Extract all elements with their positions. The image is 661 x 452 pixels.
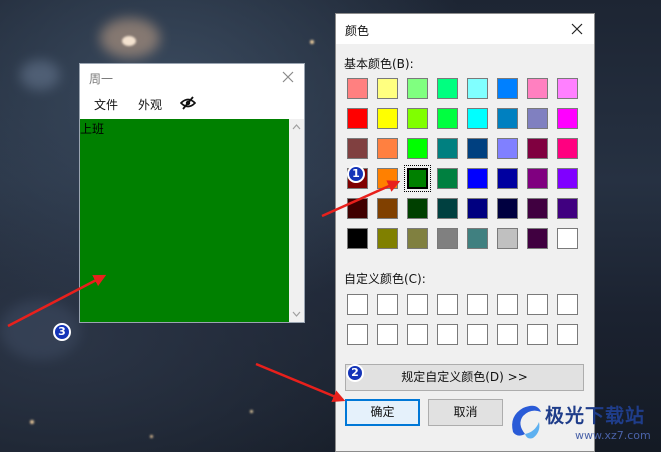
watermark: 极光下载站 www.xz7.com [507,398,661,452]
arrow-to-ok-button [255,362,346,402]
brand-logo-icon [512,405,541,439]
annotation-arrows [7,180,401,402]
step-badge-1: 1 [347,165,365,183]
step-badge-2: 2 [346,364,364,382]
step-badge-3: 3 [53,323,71,341]
arrow-to-swatch [321,180,401,218]
arrow-to-notepad [7,274,107,328]
watermark-url: www.xz7.com [575,429,651,442]
watermark-brand: 极光下载站 [545,405,646,427]
